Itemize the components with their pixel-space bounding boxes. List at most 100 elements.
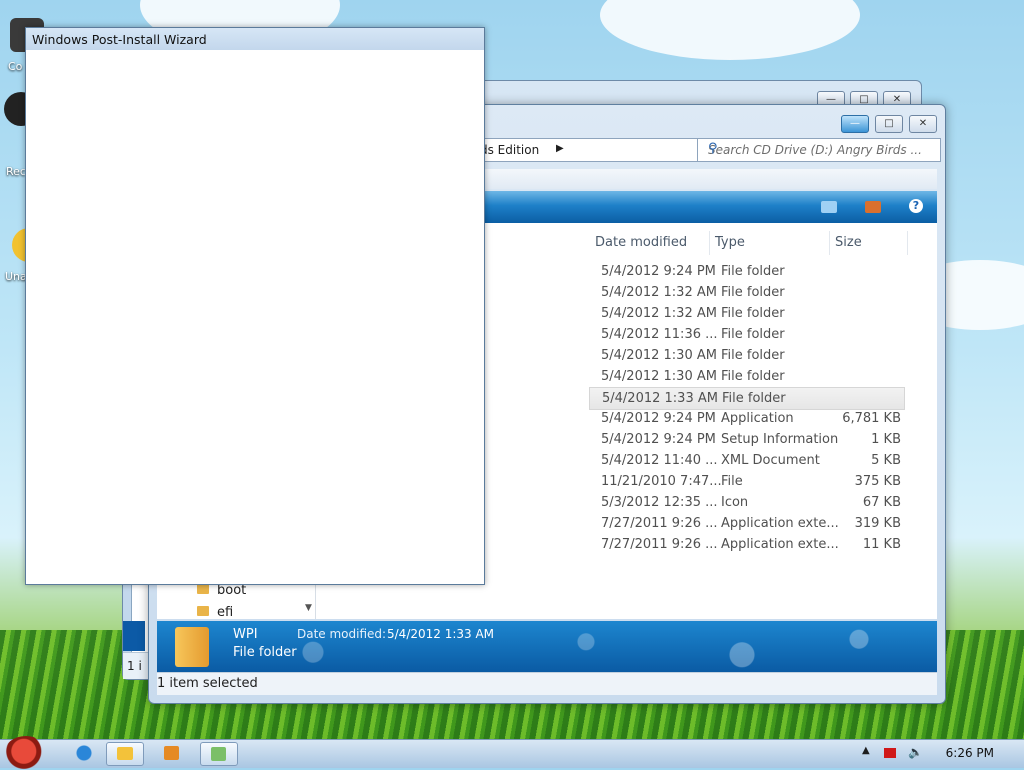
wizard-app-icon (211, 747, 226, 761)
table-row[interactable]: 5/4/2012 9:24 PM File folder (589, 261, 903, 282)
cell-date: 5/4/2012 11:40 ... (601, 453, 718, 468)
folder-icon (175, 627, 209, 667)
cell-type: File folder (721, 348, 785, 363)
column-header-size[interactable]: Size (829, 231, 908, 255)
column-header-date-modified[interactable]: Date modified (589, 231, 710, 255)
table-row[interactable]: 7/27/2011 9:26 ... Application exte... 3… (589, 513, 903, 534)
cell-date: 5/4/2012 1:32 AM (601, 285, 717, 300)
details-date-label: Date modified: (297, 627, 387, 641)
address-bar-text: ds Edition (480, 143, 540, 157)
cell-type: Application exte... (721, 537, 839, 552)
details-date-value: 5/4/2012 1:33 AM (387, 627, 495, 641)
tree-item-boot[interactable]: boot (197, 583, 246, 598)
background-window-details-strip (123, 621, 145, 651)
cell-type: File folder (721, 285, 785, 300)
show-hidden-icons-icon[interactable]: ▲ (862, 745, 870, 756)
table-row[interactable]: 5/4/2012 1:32 AM File folder (589, 303, 903, 324)
cell-date: 5/4/2012 9:24 PM (601, 411, 716, 426)
details-name: WPI (233, 627, 258, 642)
folder-icon (117, 747, 133, 760)
action-center-icon[interactable] (884, 748, 896, 758)
play-icon (164, 746, 179, 760)
status-text: 1 item selected (157, 676, 258, 691)
table-row[interactable]: 11/21/2010 7:47... File 375 KB (589, 471, 903, 492)
desktop-icon-label: Rec (6, 165, 26, 178)
search-icon[interactable]: ⚲ (708, 141, 934, 156)
cell-date: 5/3/2012 12:35 ... (601, 495, 718, 510)
wizard-title: Windows Post-Install Wizard (32, 32, 207, 47)
taskbar: ▲ 🔈 6:26 PM (0, 736, 1024, 770)
volume-muted-icon[interactable]: 🔈 (908, 745, 923, 759)
cell-size: 6,781 KB (842, 411, 901, 426)
folder-icon (197, 584, 209, 594)
cell-type: File (721, 474, 743, 489)
cell-date: 5/4/2012 1:30 AM (601, 369, 717, 384)
background-window-status-text: 1 i (127, 659, 142, 673)
cell-size: 11 KB (862, 537, 901, 552)
cell-date: 5/4/2012 1:30 AM (601, 348, 717, 363)
cell-type: Application exte... (721, 516, 839, 531)
cell-type: Setup Information (721, 432, 839, 447)
maximize-icon[interactable]: □ (875, 115, 903, 133)
tree-item-efi[interactable]: efi (197, 605, 233, 620)
tree-item-label: efi (217, 605, 234, 620)
column-header-type[interactable]: Type (709, 231, 830, 255)
cell-size: 5 KB (871, 453, 901, 468)
cell-date: 7/27/2011 9:26 ... (601, 537, 718, 552)
cell-date: 5/4/2012 9:24 PM (601, 432, 716, 447)
folder-icon (197, 606, 209, 616)
cell-type: File folder (721, 306, 785, 321)
help-icon[interactable]: ? (909, 199, 923, 213)
minimize-icon[interactable]: — (841, 115, 869, 133)
column-header-label: Type (715, 235, 745, 250)
table-row[interactable]: 5/4/2012 1:30 AM File folder (589, 366, 903, 387)
close-icon[interactable]: ✕ (909, 115, 937, 133)
table-row[interactable]: 5/4/2012 11:40 ... XML Document 5 KB (589, 450, 903, 471)
preview-pane-icon[interactable] (865, 201, 881, 213)
wizard-window[interactable]: Windows Post-Install Wizard (25, 27, 485, 585)
media-player-icon[interactable] (154, 742, 190, 764)
table-row[interactable]: 5/4/2012 9:24 PM Setup Information 1 KB (589, 429, 903, 450)
table-row[interactable]: 5/4/2012 1:30 AM File folder (589, 345, 903, 366)
cell-type: Application (721, 411, 794, 426)
internet-explorer-icon[interactable] (66, 742, 102, 764)
breadcrumb-arrow-icon[interactable]: ▶ (556, 143, 564, 154)
cell-type: File folder (721, 264, 785, 279)
cell-type: File folder (721, 327, 785, 342)
start-button-icon[interactable] (4, 736, 48, 770)
status-bar: 1 item selected (157, 672, 937, 695)
cell-date: 5/4/2012 11:36 ... (601, 327, 718, 342)
taskbar-button-wizard[interactable] (200, 742, 238, 766)
tree-item-label: boot (217, 583, 247, 598)
table-row[interactable]: 5/3/2012 12:35 ... Icon 67 KB (589, 492, 903, 513)
search-input[interactable]: Search CD Drive (D:) Angry Birds ... ⚲ (697, 138, 941, 162)
column-header-label: Date modified (595, 235, 688, 250)
details-kind: File folder (233, 645, 297, 660)
cell-date: 5/4/2012 1:33 AM (602, 391, 718, 406)
table-row[interactable]: 5/4/2012 11:36 ... File folder (589, 324, 903, 345)
view-options-icon[interactable] (821, 201, 837, 213)
table-row[interactable]: 7/27/2011 9:26 ... Application exte... 1… (589, 534, 903, 555)
table-row[interactable]: 5/4/2012 1:32 AM File folder (589, 282, 903, 303)
cell-size: 375 KB (854, 474, 901, 489)
cell-date: 5/4/2012 1:32 AM (601, 306, 717, 321)
clock[interactable]: 6:26 PM (946, 746, 994, 760)
cell-type: XML Document (721, 453, 820, 468)
scroll-down-icon[interactable]: ▼ (305, 603, 312, 613)
details-pane: WPI File folder Date modified: 5/4/2012 … (157, 621, 937, 673)
desktop-icon-label: Co (8, 60, 23, 73)
cell-size: 67 KB (862, 495, 901, 510)
cell-date: 11/21/2010 7:47... (601, 474, 722, 489)
cell-size: 1 KB (871, 432, 901, 447)
wizard-title-bar[interactable]: Windows Post-Install Wizard (26, 28, 484, 50)
column-header-label: Size (835, 235, 862, 250)
cell-size: 319 KB (854, 516, 901, 531)
cell-date: 7/27/2011 9:26 ... (601, 516, 718, 531)
cell-date: 5/4/2012 9:24 PM (601, 264, 716, 279)
table-row[interactable]: 5/4/2012 9:24 PM Application 6,781 KB (589, 408, 903, 429)
cell-type: File folder (722, 391, 786, 406)
desktop-icon-label: Una (5, 270, 27, 283)
table-row-selected[interactable]: 5/4/2012 1:33 AM File folder (589, 387, 905, 410)
taskbar-button-explorer[interactable] (106, 742, 144, 766)
cell-type: Icon (721, 495, 749, 510)
